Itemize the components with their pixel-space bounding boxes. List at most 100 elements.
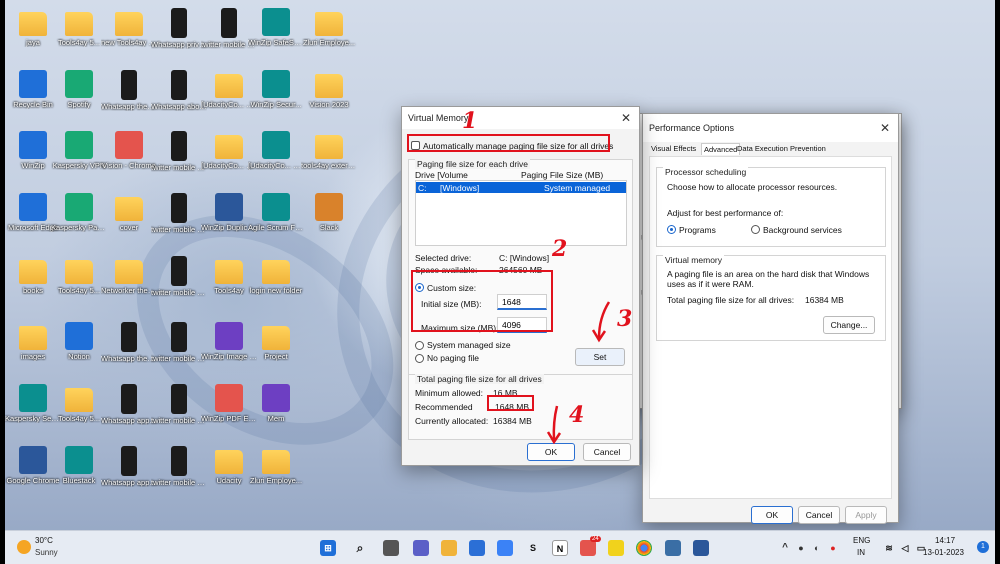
app-icon[interactable]: S <box>525 540 541 556</box>
desktop-icon[interactable]: login new folder <box>248 256 304 295</box>
clock-date[interactable]: 13-01-2023 <box>923 548 964 557</box>
desktop-icon[interactable]: WinZip Secur... <box>248 70 304 109</box>
desktop-icon[interactable]: WinZip SafeShare <box>248 8 304 47</box>
wifi-icon[interactable]: ≋ <box>881 540 897 556</box>
desktop-icon-label: Whatsapp app androi... <box>101 416 157 425</box>
col-size-header: Paging File Size (MB) <box>521 170 604 180</box>
desktop-icon[interactable]: Tools4ay 5... <box>51 256 107 295</box>
desktop-icon-label: Zluri Employe... <box>302 38 356 47</box>
desktop-icon[interactable]: Whatsapp app androi... <box>101 384 157 425</box>
change-button[interactable]: Change... <box>823 316 875 334</box>
tray-icon[interactable]: ● <box>825 540 841 556</box>
desktop-icon[interactable]: Zluri Employe... <box>248 446 304 485</box>
desktop-icon[interactable]: Project <box>248 322 304 361</box>
app-icon <box>115 131 143 159</box>
desktop-icon-label: new Tools4ay session 3 <box>101 38 157 47</box>
file-explorer-icon[interactable] <box>441 540 457 556</box>
selected-drive-value: C: [Windows] <box>499 253 550 263</box>
tab-visual-effects[interactable]: Visual Effects <box>651 144 696 153</box>
desktop-icon[interactable]: cover <box>101 193 157 232</box>
close-icon[interactable]: ✕ <box>880 114 890 142</box>
close-icon[interactable]: ✕ <box>621 107 631 129</box>
no-paging-radio[interactable] <box>415 354 424 363</box>
sticky-notes-icon[interactable] <box>608 540 624 556</box>
tray-icon[interactable]: ◐ <box>809 540 825 556</box>
language-code[interactable]: ENG <box>853 536 870 545</box>
desktop-icon[interactable]: Tools4ay 5... <box>51 8 107 47</box>
task-view-icon[interactable] <box>383 540 399 556</box>
desktop-icon[interactable]: Spotify <box>51 70 107 109</box>
chrome-icon[interactable] <box>636 540 652 556</box>
ok-button[interactable]: OK <box>527 443 575 461</box>
tab-data-execution-prevention[interactable]: Data Execution Prevention <box>737 144 826 153</box>
desktop-icon[interactable]: Mem <box>248 384 304 423</box>
desktop-icon[interactable]: twitter mobile 1.jpg <box>151 131 207 172</box>
weather-temp: 30°C <box>35 536 53 545</box>
phone-icon <box>171 256 187 286</box>
tray-icon[interactable]: ● <box>793 540 809 556</box>
advanced-tab-panel: Processor scheduling Choose how to alloc… <box>649 156 892 499</box>
desktop-icon[interactable]: Slack <box>301 193 357 232</box>
app-icon <box>262 384 290 412</box>
app-icon[interactable] <box>665 540 681 556</box>
search-icon[interactable]: ⌕ <box>352 540 368 556</box>
notification-count[interactable]: 1 <box>977 541 989 553</box>
selected-drive-label: Selected drive: <box>415 253 472 263</box>
desktop-icon[interactable]: twitter mobile 5.jpg <box>151 384 207 425</box>
desktop-icon[interactable]: Networker theme (Kor 4 <box>101 256 157 295</box>
desktop-icon[interactable]: twitter mobile 3.jpg <box>151 193 207 234</box>
mail-icon[interactable] <box>469 540 485 556</box>
desktop-icon[interactable]: new Tools4ay session 3 <box>101 8 157 47</box>
start-icon[interactable]: ⊞ <box>320 540 336 556</box>
app-icon[interactable] <box>580 540 596 556</box>
meet-icon[interactable] <box>413 540 429 556</box>
apply-button[interactable]: Apply <box>845 506 887 524</box>
desktop-icon[interactable]: Whatsapp theme sce... <box>101 70 157 111</box>
desktop-icon[interactable]: twitter mobile 2.jpg <box>151 256 207 297</box>
background-services-radio[interactable] <box>751 225 760 234</box>
cancel-button[interactable]: Cancel <box>583 443 631 461</box>
desktop-icon-label: cover <box>119 223 139 232</box>
chevron-up-icon[interactable]: ^ <box>777 540 793 556</box>
desktop-icon[interactable]: Vision - Chrome <box>101 131 157 170</box>
desktop-icon[interactable]: Kaspersky Passwor... <box>51 193 107 232</box>
speaker-icon[interactable]: ◁ <box>897 540 913 556</box>
desktop-icon-label: Bluestack <box>62 476 96 485</box>
desktop-icon[interactable]: Bluestack <box>51 446 107 485</box>
desktop-icon[interactable]: Kaspersky VPN <box>51 131 107 170</box>
desktop-icon[interactable]: twitter mobile 6.jpg <box>151 446 207 487</box>
programs-radio[interactable] <box>667 225 676 234</box>
cancel-button[interactable]: Cancel <box>798 506 840 524</box>
annotation-arrow <box>591 301 611 343</box>
desktop-icon[interactable]: Agile Scrum Full Course ... <box>248 193 304 232</box>
desktop-icon[interactable]: Notion <box>51 322 107 361</box>
app-icon <box>19 193 47 221</box>
drive-row[interactable]: C: [Windows] System managed <box>416 182 626 193</box>
processor-desc: Choose how to allocate processor resourc… <box>667 182 838 192</box>
desktop-icon[interactable]: Whatsapp theme scre... <box>101 322 157 363</box>
desktop-icon[interactable]: Zluri Employe... <box>301 8 357 47</box>
phone-icon <box>171 446 187 476</box>
desktop-icon[interactable]: tools4ay external... <box>301 131 357 170</box>
drive-list: C: [Windows] System managed <box>415 180 627 246</box>
desktop-icon[interactable]: Whatsapp privacy s... <box>151 8 207 49</box>
desktop-icon[interactable]: Whatsapp about sett... <box>151 70 207 111</box>
clock-time[interactable]: 14:17 <box>935 536 955 545</box>
weather-icon[interactable] <box>17 540 31 554</box>
desktop-icon[interactable]: twitter mobile 4.jpg <box>151 322 207 363</box>
set-button[interactable]: Set <box>575 348 625 366</box>
language-region[interactable]: IN <box>857 548 865 557</box>
app-icon[interactable] <box>693 540 709 556</box>
desktop-icon[interactable]: Tools4ay 5... <box>51 384 107 423</box>
desktop-icon[interactable]: [UdacityCo... Become a ... <box>248 131 304 170</box>
desktop-icon[interactable]: Vision 2023 <box>301 70 357 109</box>
ok-button[interactable]: OK <box>751 506 793 524</box>
desktop-icon[interactable]: Whatsapp app privat... <box>101 446 157 487</box>
app-icon <box>65 131 93 159</box>
tab-advanced[interactable]: Advanced <box>701 143 741 155</box>
system-managed-radio[interactable] <box>415 341 424 350</box>
store-icon[interactable] <box>497 540 513 556</box>
desktop-icon-label: tools4ay external... <box>301 161 357 170</box>
performance-options-titlebar: Performance Options ✕ <box>643 114 898 142</box>
notion-icon[interactable]: N <box>552 540 568 556</box>
